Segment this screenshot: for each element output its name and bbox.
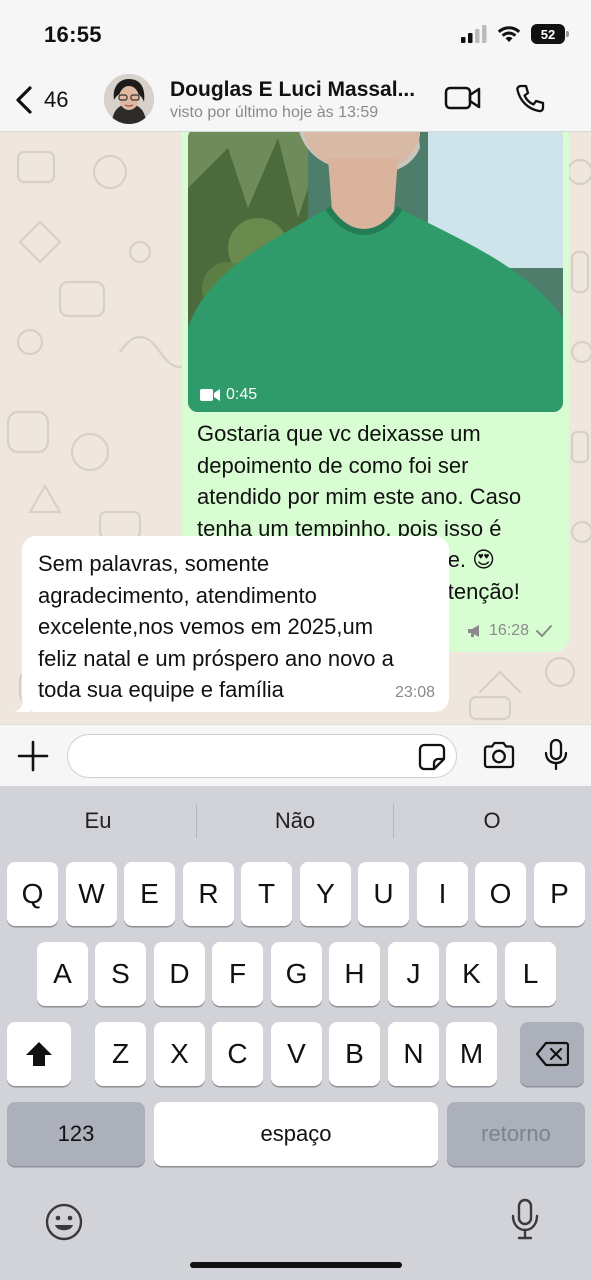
chevron-left-icon: [16, 86, 32, 114]
key[interactable]: J: [388, 942, 439, 1006]
voice-call-button[interactable]: [514, 82, 546, 119]
bubble-tail: [14, 698, 30, 712]
key[interactable]: S: [95, 942, 146, 1006]
key[interactable]: D: [154, 942, 205, 1006]
backspace-key[interactable]: [520, 1022, 584, 1086]
video-duration: 0:45: [200, 386, 257, 404]
battery-indicator: 52: [531, 24, 569, 44]
chat-header: 46 Douglas E Luci Massal... visto por úl…: [0, 70, 591, 132]
key[interactable]: I: [417, 862, 468, 926]
message-line: Sem palavras, somente: [38, 551, 270, 576]
message-line: feliz natal e um próspero ano novo a: [38, 645, 394, 671]
status-time: 16:55: [44, 22, 102, 47]
video-thumbnail[interactable]: 0:45: [188, 132, 563, 412]
plus-icon: [17, 740, 49, 772]
message-line: Gostaria que vc deixasse um: [197, 421, 481, 446]
key[interactable]: Y: [300, 862, 351, 926]
key[interactable]: W: [66, 862, 117, 926]
status-icons: 52: [461, 24, 569, 44]
status-bar: 16:55 52: [0, 0, 591, 70]
microphone-icon: [544, 738, 568, 771]
video-camera-icon: [200, 389, 220, 401]
emoji-keyboard-button[interactable]: [44, 1202, 84, 1247]
suggestion-1[interactable]: Eu: [0, 808, 196, 834]
video-duration-label: 0:45: [226, 386, 258, 403]
key[interactable]: K: [446, 942, 497, 1006]
onscreen-keyboard: Eu Não O Q W E R T Y U I O P A S D F G H…: [0, 786, 591, 1280]
shift-key[interactable]: [7, 1022, 71, 1086]
key[interactable]: P: [534, 862, 585, 926]
emoji-icon: [45, 1203, 83, 1241]
phone-icon: [516, 84, 545, 113]
message-time: 16:28: [488, 622, 529, 639]
message-line: toda sua equipe e família: [38, 677, 284, 702]
suggestion-2[interactable]: Não: [197, 808, 393, 834]
key[interactable]: Q: [7, 862, 58, 926]
return-key[interactable]: retorno: [447, 1102, 585, 1166]
video-call-button[interactable]: [444, 84, 482, 117]
sticker-icon: [418, 743, 446, 771]
key[interactable]: T: [241, 862, 292, 926]
back-button[interactable]: 46: [14, 80, 68, 120]
shift-icon: [26, 1042, 52, 1066]
unread-count: 46: [44, 87, 69, 112]
message-input[interactable]: [67, 734, 457, 778]
camera-button[interactable]: [482, 741, 516, 774]
key[interactable]: Z: [95, 1022, 146, 1086]
voice-message-button[interactable]: [543, 738, 569, 777]
message-composer: [0, 724, 591, 786]
space-key[interactable]: espaço: [154, 1102, 438, 1166]
outgoing-message-meta: 16:28: [467, 622, 553, 640]
message-line: excelente,nos vemos em 2025,um: [38, 614, 374, 639]
incoming-message-bubble[interactable]: Sem palavras, somente agradecimento, ate…: [14, 536, 449, 712]
key[interactable]: O: [475, 862, 526, 926]
dictation-button[interactable]: [510, 1198, 540, 1247]
key[interactable]: A: [37, 942, 88, 1006]
message-line: atendido por mim este ano. Caso: [197, 484, 522, 509]
key[interactable]: H: [329, 942, 380, 1006]
key[interactable]: N: [388, 1022, 439, 1086]
key[interactable]: L: [505, 942, 556, 1006]
chat-area[interactable]: 0:45 Gostaria que vc deixasse um depoime…: [0, 132, 591, 724]
key[interactable]: G: [271, 942, 322, 1006]
attach-button[interactable]: [16, 739, 50, 778]
message-line: agradecimento, atendimento: [38, 582, 317, 608]
backspace-icon: [535, 1041, 569, 1067]
sticker-button[interactable]: [418, 743, 446, 776]
video-camera-icon: [444, 86, 481, 110]
camera-icon: [483, 741, 515, 769]
incoming-message-text: Sem palavras, somente agradecimento, ate…: [38, 548, 438, 706]
message-time: 23:08: [394, 684, 435, 701]
last-seen-status: visto por último hoje às 13:59: [170, 104, 379, 121]
cellular-signal-icon: [461, 25, 487, 43]
megaphone-icon: [467, 625, 479, 637]
message-line: depoimento de como foi ser: [197, 452, 469, 478]
key[interactable]: R: [183, 862, 234, 926]
key[interactable]: M: [446, 1022, 497, 1086]
numbers-key[interactable]: 123: [7, 1102, 145, 1166]
home-indicator: [190, 1262, 402, 1268]
key[interactable]: B: [329, 1022, 380, 1086]
suggestion-3[interactable]: O: [394, 808, 590, 834]
avatar-image: [104, 74, 154, 124]
key[interactable]: X: [154, 1022, 205, 1086]
key[interactable]: E: [124, 862, 175, 926]
wifi-icon: [497, 26, 521, 42]
key[interactable]: C: [212, 1022, 263, 1086]
key[interactable]: U: [358, 862, 409, 926]
contact-name[interactable]: Douglas E Luci Massal...: [170, 78, 432, 102]
microphone-icon: [511, 1198, 539, 1240]
key[interactable]: V: [271, 1022, 322, 1086]
video-preview-image: [188, 132, 563, 412]
single-check-icon: [536, 625, 552, 637]
key[interactable]: F: [212, 942, 263, 1006]
avatar[interactable]: [104, 74, 154, 124]
